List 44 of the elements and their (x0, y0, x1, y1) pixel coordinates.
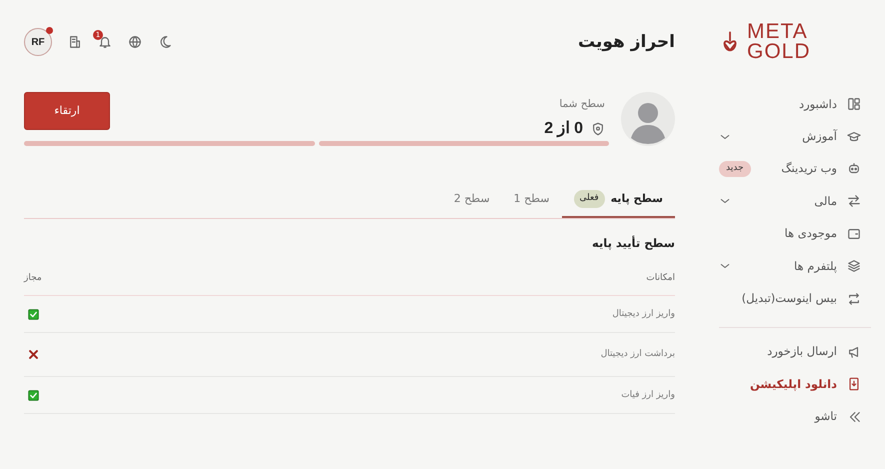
phone-download-icon (847, 377, 861, 392)
wallet-icon (847, 226, 861, 241)
upgrade-button[interactable]: ارتقاء (24, 92, 110, 130)
dashboard-icon (847, 97, 861, 112)
document-icon[interactable] (68, 35, 82, 49)
level-tab[interactable]: سطح 1 (502, 182, 562, 218)
transfer-arrows-icon (847, 194, 861, 208)
sidebar-item[interactable]: بیس اینوست(تبدیل) (719, 282, 871, 315)
sidebar-item[interactable]: داشبورد (719, 88, 871, 120)
column-header: امکانات (646, 272, 675, 285)
double-chevron-icon (847, 410, 861, 424)
sidebar-item[interactable]: ارسال بازخورد (719, 336, 871, 368)
moon-icon[interactable] (158, 35, 172, 49)
sidebar-item[interactable]: وب تریدینگ جدید (719, 152, 871, 186)
section-title: سطح تأیید پایه (590, 234, 675, 252)
page-title: احراز هویت (578, 32, 675, 52)
level-label: سطح شما (558, 97, 605, 112)
logo-text: META (747, 22, 809, 42)
sidebar-item[interactable]: دانلود اپلیکیشن (719, 368, 871, 401)
graduation-cap-icon (847, 130, 861, 144)
logo-text: GOLD (747, 42, 811, 62)
table-cell-text: برداشت ارز دیجیتال (600, 348, 675, 361)
profile-placeholder-icon (621, 92, 675, 146)
user-avatar[interactable]: RF (24, 28, 52, 56)
megaphone-icon (847, 344, 861, 359)
column-header: مجاز (24, 272, 42, 285)
sidebar-item[interactable]: آموزش (719, 120, 871, 153)
sidebar-item[interactable]: مالی (719, 185, 871, 218)
sidebar-item[interactable]: موجودی ها (719, 218, 871, 250)
globe-icon[interactable] (128, 35, 142, 49)
robot-icon (847, 162, 861, 176)
bell-icon[interactable] (98, 35, 112, 49)
sidebar-item[interactable]: تاشو (719, 400, 871, 433)
layers-icon (847, 259, 861, 274)
new-badge: جدید (719, 161, 751, 177)
table-cell-text: واریز ارز فیات (621, 388, 675, 402)
shield-icon (591, 122, 605, 136)
current-badge: فعلی (574, 190, 605, 208)
sidebar-item[interactable]: پلتفرم ها (719, 250, 871, 282)
swap-arrows-icon (847, 292, 861, 306)
level-value: 0 از 2 (544, 118, 583, 140)
level-tab[interactable]: سطح پایه فعلی (562, 182, 675, 218)
level-tab[interactable]: سطح 2 (442, 182, 502, 218)
table-cell-text: واریز ارز دیجیتال (612, 308, 675, 320)
